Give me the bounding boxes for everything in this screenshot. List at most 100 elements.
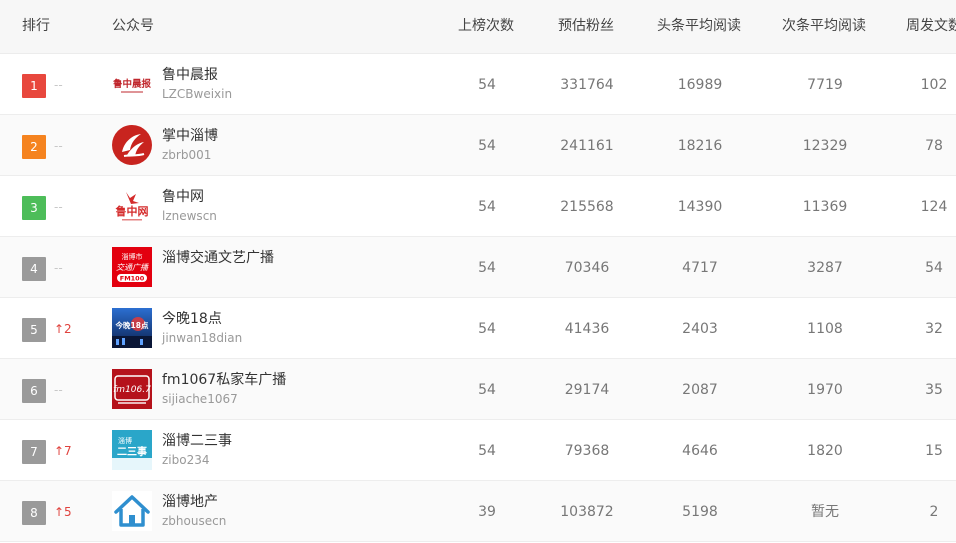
account-name-link[interactable]: 今晚18点 <box>162 310 222 328</box>
second-avg-cell: 12329 <box>802 138 848 154</box>
svg-text:交通广播: 交通广播 <box>116 263 149 272</box>
account-name-link[interactable]: 鲁中晨报 <box>162 66 218 84</box>
times-cell: 39 <box>478 504 496 520</box>
fans-cell: 241161 <box>560 138 614 154</box>
weekly-cell: 124 <box>920 199 948 215</box>
account-wechat-id: zibo234 <box>162 453 210 467</box>
table-row[interactable]: 7 ↑7 淄博 二三事 淄博二三事 zibo234 54 79368 4646 1820 15 <box>0 420 956 481</box>
head-avg-cell: 18216 <box>677 138 723 154</box>
times-cell: 54 <box>478 321 496 337</box>
svg-text:淄博市: 淄博市 <box>122 252 143 261</box>
second-avg-cell: 1970 <box>807 382 843 398</box>
second-avg-cell: 11369 <box>802 199 848 215</box>
head-avg-cell: 4717 <box>682 260 718 276</box>
table-row[interactable]: 3 -- 鲁中网 鲁中网 lznewscn 54 215568 14390 11369 124 <box>0 176 956 237</box>
head-avg-cell: 16989 <box>677 77 723 93</box>
rank-up-indicator: ↑7 <box>54 444 72 458</box>
rank-unchanged-indicator: -- <box>54 200 63 214</box>
times-cell: 54 <box>478 443 496 459</box>
header-weekly[interactable]: 周发文数 <box>906 0 956 53</box>
weekly-cell: 35 <box>925 382 943 398</box>
fm1067-logo[interactable]: fm106.7 <box>112 369 152 409</box>
header-second-avg[interactable]: 次条平均阅读 <box>782 0 866 53</box>
weekly-cell: 32 <box>925 321 943 337</box>
svg-text:fm106.7: fm106.7 <box>113 385 151 395</box>
second-avg-cell: 1108 <box>807 321 843 337</box>
svg-text:鲁中网: 鲁中网 <box>116 204 149 218</box>
fans-cell: 103872 <box>560 504 614 520</box>
weekly-cell: 78 <box>925 138 943 154</box>
rank-badge: 3 <box>22 196 46 220</box>
weekly-cell: 102 <box>920 77 948 93</box>
zhangzhong-zibo-logo[interactable] <box>112 125 152 165</box>
account-wechat-id: zbhousecn <box>162 514 227 528</box>
second-avg-cell: 暂无 <box>811 504 839 520</box>
table-row[interactable]: 6 -- fm106.7 fm1067私家车广播 sijiache1067 54 29174… <box>0 359 956 420</box>
times-cell: 54 <box>478 77 496 93</box>
rank-badge: 6 <box>22 379 46 403</box>
header-fans[interactable]: 预估粉丝 <box>558 0 614 53</box>
weekly-cell: 15 <box>925 443 943 459</box>
rank-badge: 8 <box>22 501 46 525</box>
second-avg-cell: 1820 <box>807 443 843 459</box>
table-body: 1 -- 鲁中晨报 鲁中晨报 LZCBweixin 54 331764 16989 7719 10… <box>0 54 956 542</box>
head-avg-cell: 4646 <box>682 443 718 459</box>
fans-cell: 331764 <box>560 77 614 93</box>
header-rank[interactable]: 排行 <box>22 0 50 53</box>
rank-badge: 4 <box>22 257 46 281</box>
rank-up-indicator: ↑5 <box>54 505 72 519</box>
table-row[interactable]: 5 ↑2 今晚18点 今晚18点 jinwan18dian 54 41436 2403 1108… <box>0 298 956 359</box>
rank-unchanged-indicator: -- <box>54 261 63 275</box>
house-icon[interactable] <box>112 491 152 531</box>
account-name-link[interactable]: 鲁中网 <box>162 188 204 206</box>
second-avg-cell: 7719 <box>807 77 843 93</box>
rank-unchanged-indicator: -- <box>54 139 63 153</box>
rank-badge: 1 <box>22 74 46 98</box>
account-name-link[interactable]: fm1067私家车广播 <box>162 371 286 389</box>
table-row[interactable]: 4 -- 淄博市 交通广播 FM100 淄博交通文艺广播 54 70346 4717 3287 54 <box>0 237 956 298</box>
zibo-ersanshi-logo[interactable]: 淄博 二三事 <box>112 430 152 470</box>
account-wechat-id: sijiache1067 <box>162 392 238 406</box>
jinwan-18dian-logo[interactable]: 今晚18点 <box>112 308 152 348</box>
head-avg-cell: 5198 <box>682 504 718 520</box>
table-row[interactable]: 1 -- 鲁中晨报 鲁中晨报 LZCBweixin 54 331764 16989 7719 10… <box>0 54 956 115</box>
account-wechat-id: LZCBweixin <box>162 87 233 101</box>
account-name-link[interactable]: 淄博二三事 <box>162 432 232 450</box>
header-head-avg[interactable]: 头条平均阅读 <box>657 0 741 53</box>
account-name-link[interactable]: 淄博交通文艺广播 <box>162 249 274 267</box>
header-times[interactable]: 上榜次数 <box>458 0 514 53</box>
rank-badge: 7 <box>22 440 46 464</box>
rank-unchanged-indicator: -- <box>54 383 63 397</box>
account-wechat-id: zbrb001 <box>162 148 212 162</box>
head-avg-cell: 2087 <box>682 382 718 398</box>
head-avg-cell: 14390 <box>677 199 723 215</box>
fans-cell: 79368 <box>564 443 610 459</box>
account-wechat-id: jinwan18dian <box>162 331 243 345</box>
svg-text:今晚18点: 今晚18点 <box>115 320 149 330</box>
luzhong-chenbao-logo[interactable]: 鲁中晨报 <box>112 64 152 104</box>
second-avg-cell: 3287 <box>807 260 843 276</box>
account-name-link[interactable]: 淄博地产 <box>162 493 218 511</box>
svg-text:淄博: 淄博 <box>118 436 132 445</box>
luzhong-wang-logo[interactable]: 鲁中网 <box>112 186 152 226</box>
fans-cell: 29174 <box>564 382 610 398</box>
rank-unchanged-indicator: -- <box>54 78 63 92</box>
svg-text:鲁中晨报: 鲁中晨报 <box>113 78 152 90</box>
weekly-cell: 54 <box>925 260 943 276</box>
table-header: 排行 公众号 上榜次数 预估粉丝 头条平均阅读 次条平均阅读 周发文数 <box>0 0 956 54</box>
ranking-table: 排行 公众号 上榜次数 预估粉丝 头条平均阅读 次条平均阅读 周发文数 1 -- 鲁… <box>0 0 956 542</box>
times-cell: 54 <box>478 138 496 154</box>
rank-up-indicator: ↑2 <box>54 322 72 336</box>
fans-cell: 41436 <box>564 321 610 337</box>
rank-badge: 5 <box>22 318 46 342</box>
table-row[interactable]: 2 -- 掌中淄博 zbrb001 54 241161 18216 12329 78 <box>0 115 956 176</box>
account-name-link[interactable]: 掌中淄博 <box>162 127 218 145</box>
table-row[interactable]: 8 ↑5 淄博地产 zbhousecn 39 103872 5198 暂无 2 <box>0 481 956 542</box>
weekly-cell: 2 <box>929 504 939 520</box>
zibo-fm100-logo[interactable]: 淄博市交通广播 FM100 <box>112 247 152 287</box>
svg-text:FM100: FM100 <box>120 275 145 283</box>
times-cell: 54 <box>478 260 496 276</box>
header-account: 公众号 <box>112 18 154 34</box>
fans-cell: 215568 <box>560 199 614 215</box>
times-cell: 54 <box>478 199 496 215</box>
